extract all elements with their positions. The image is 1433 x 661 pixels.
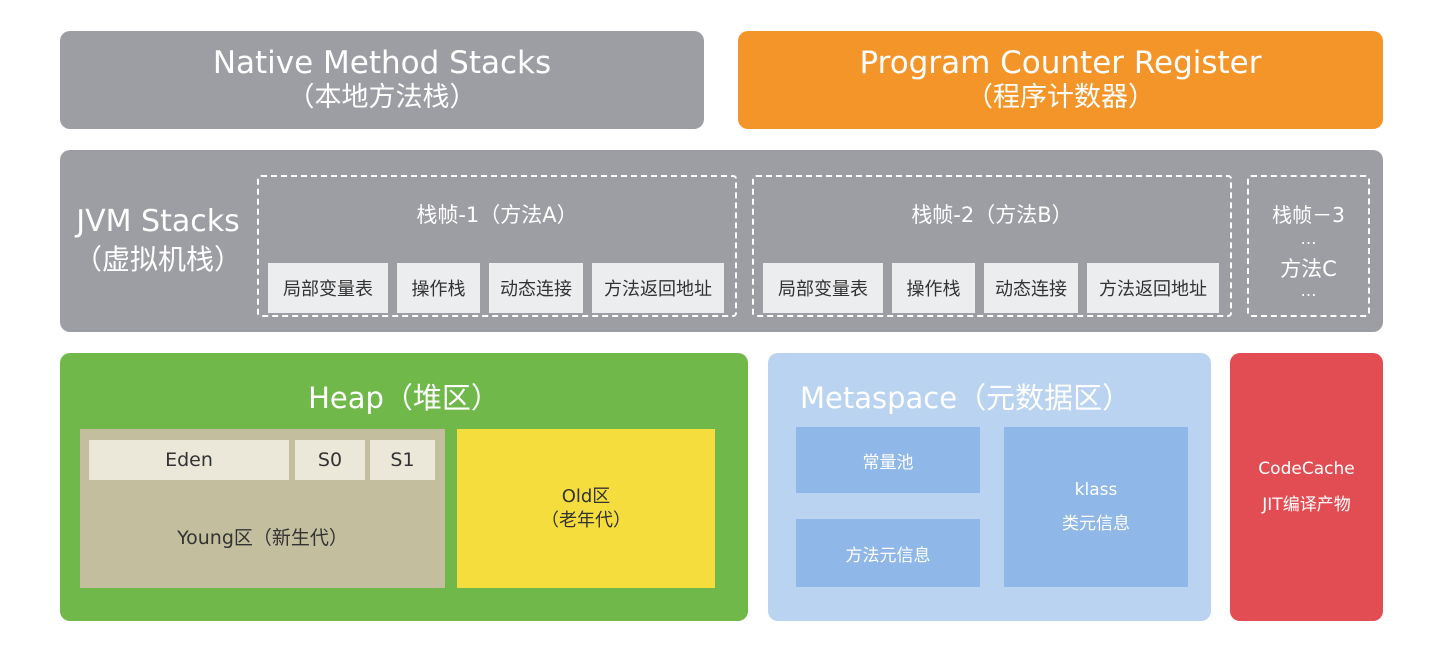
survivor-s1: S1 bbox=[370, 440, 435, 480]
heap-title: Heap（堆区） bbox=[308, 381, 500, 415]
dynamic-linking-cell: 动态连接 bbox=[984, 263, 1078, 313]
heap-block: Heap（堆区） Eden S0 S1 Young区（新生代） Old区 （老年… bbox=[60, 353, 748, 621]
old-generation-sublabel: （老年代） bbox=[541, 509, 631, 531]
stack-frame-2-title: 栈帧-2（方法B） bbox=[911, 203, 1073, 227]
program-counter-register-title: Program Counter Register bbox=[859, 45, 1262, 81]
stack-frame-3-title: 栈帧－3 bbox=[1272, 203, 1345, 227]
stack-frame-3-method: 方法C bbox=[1280, 257, 1337, 281]
method-metadata-cell: 方法元信息 bbox=[796, 519, 980, 587]
old-generation: Old区 （老年代） bbox=[457, 429, 715, 588]
klass-label: klass bbox=[1074, 480, 1118, 500]
code-cache-block: CodeCache JIT编译产物 bbox=[1230, 353, 1383, 621]
stack-frame-3-ellipsis-bottom: … bbox=[1300, 281, 1317, 300]
young-generation: Eden S0 S1 Young区（新生代） bbox=[80, 429, 445, 588]
stack-frame-3: 栈帧－3 … 方法C … bbox=[1247, 175, 1370, 317]
dynamic-linking-cell: 动态连接 bbox=[489, 263, 583, 313]
native-method-stacks-title: Native Method Stacks bbox=[212, 45, 552, 81]
operand-stack-cell: 操作栈 bbox=[892, 263, 975, 313]
klass-cell: klass 类元信息 bbox=[1004, 427, 1188, 587]
old-generation-label: Old区 bbox=[561, 485, 611, 507]
young-generation-label: Young区（新生代） bbox=[177, 527, 348, 549]
jvm-stacks-subtitle: （虚拟机栈） bbox=[73, 243, 242, 276]
return-address-cell: 方法返回地址 bbox=[592, 263, 724, 313]
local-variable-table-cell: 局部变量表 bbox=[268, 263, 388, 313]
code-cache-sublabel: JIT编译产物 bbox=[1262, 495, 1351, 515]
stack-frame-1-title: 栈帧-1（方法A） bbox=[416, 203, 578, 227]
operand-stack-cell: 操作栈 bbox=[397, 263, 480, 313]
native-method-stacks-subtitle: （本地方法栈） bbox=[287, 82, 477, 113]
stack-frame-2: 栈帧-2（方法B） 局部变量表 操作栈 动态连接 方法返回地址 bbox=[752, 175, 1232, 317]
native-method-stacks-block: Native Method Stacks （本地方法栈） bbox=[60, 31, 704, 129]
klass-sublabel: 类元信息 bbox=[1062, 514, 1130, 534]
program-counter-register-block: Program Counter Register （程序计数器） bbox=[738, 31, 1383, 129]
constant-pool-cell: 常量池 bbox=[796, 427, 980, 493]
jvm-stacks-title: JVM Stacks bbox=[76, 204, 240, 239]
jvm-stacks-block: JVM Stacks （虚拟机栈） 栈帧-1（方法A） 局部变量表 操作栈 动态… bbox=[60, 150, 1383, 332]
survivor-s0: S0 bbox=[295, 440, 365, 480]
stack-frame-1: 栈帧-1（方法A） 局部变量表 操作栈 动态连接 方法返回地址 bbox=[257, 175, 737, 317]
metaspace-title: Metaspace（元数据区） bbox=[800, 381, 1132, 415]
eden-space: Eden bbox=[89, 440, 289, 480]
stack-frame-3-ellipsis-top: … bbox=[1300, 229, 1317, 248]
metaspace-block: Metaspace（元数据区） 常量池 方法元信息 klass 类元信息 bbox=[768, 353, 1211, 621]
local-variable-table-cell: 局部变量表 bbox=[763, 263, 883, 313]
code-cache-label: CodeCache bbox=[1258, 459, 1355, 479]
program-counter-register-subtitle: （程序计数器） bbox=[966, 82, 1155, 113]
jvm-stacks-label: JVM Stacks （虚拟机栈） bbox=[60, 198, 256, 284]
return-address-cell: 方法返回地址 bbox=[1087, 263, 1219, 313]
